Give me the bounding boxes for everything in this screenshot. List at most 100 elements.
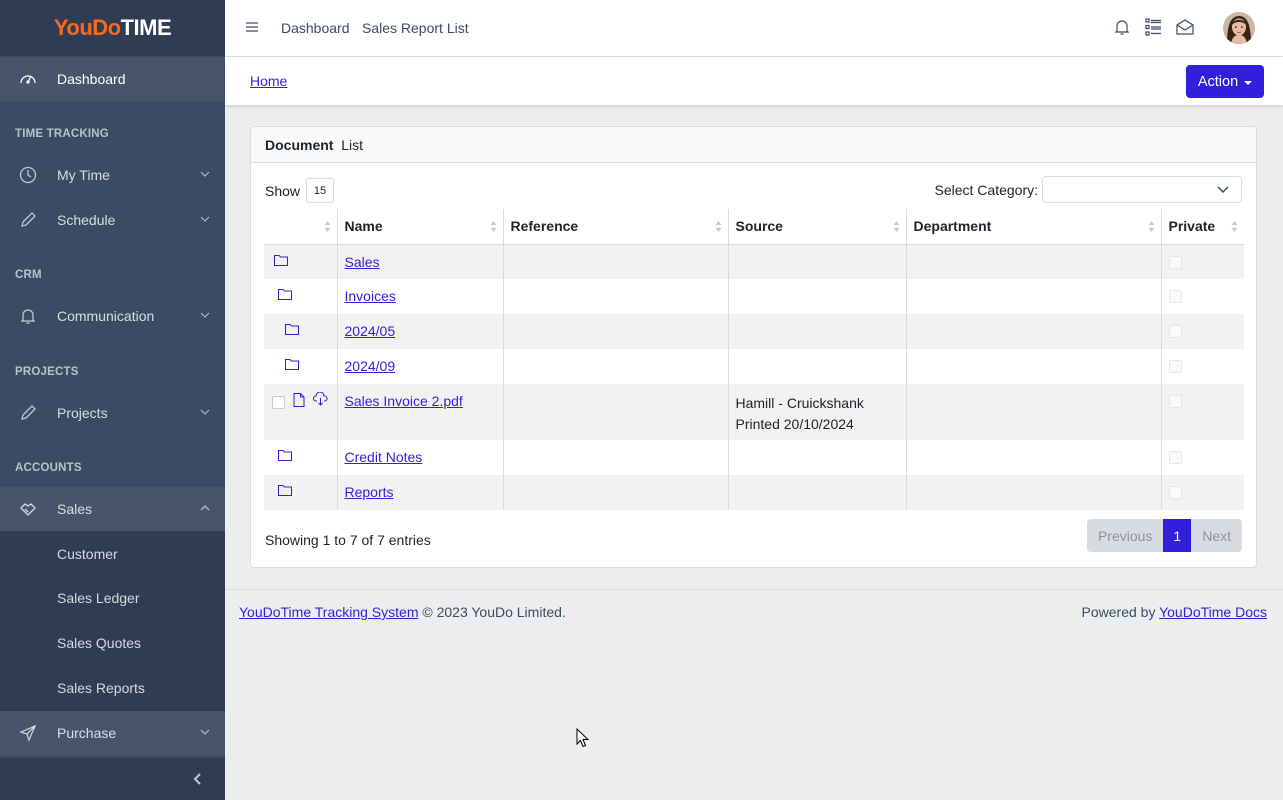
action-dropdown-button[interactable]: Action bbox=[1186, 65, 1264, 98]
private-checkbox[interactable] bbox=[1168, 325, 1182, 338]
sort-icon bbox=[490, 221, 496, 232]
hamburger-menu-icon[interactable] bbox=[245, 20, 259, 34]
chevron-down-icon bbox=[200, 312, 210, 318]
name-cell: 2024/09 bbox=[337, 349, 504, 384]
private-cell bbox=[1161, 244, 1244, 279]
sort-icon bbox=[324, 221, 330, 232]
breadcrumb-home[interactable]: Home bbox=[250, 73, 287, 89]
column-header-private[interactable]: Private bbox=[1161, 209, 1244, 245]
bell-icon[interactable] bbox=[1114, 18, 1130, 36]
pagination-previous-button[interactable]: Previous bbox=[1086, 519, 1164, 552]
footer: YouDoTime Tracking System © 2023 YouDo L… bbox=[225, 589, 1283, 633]
section-title-time-tracking: TIME TRACKING bbox=[15, 128, 109, 140]
column-header-source[interactable]: Source bbox=[728, 209, 907, 245]
table-row: Invoices bbox=[264, 279, 1244, 314]
source-cell bbox=[728, 279, 907, 314]
folder-icon[interactable] bbox=[278, 288, 292, 300]
private-cell bbox=[1161, 314, 1244, 349]
source-cell bbox=[728, 475, 907, 510]
sidebar-item-projects[interactable]: Projects bbox=[0, 391, 225, 435]
page-length-select[interactable]: 15 bbox=[306, 178, 335, 203]
sidebar-item-dashboard[interactable]: Dashboard bbox=[0, 57, 225, 101]
column-header-label: Source bbox=[735, 218, 783, 235]
page-length-control: Show 15 bbox=[265, 178, 335, 203]
chevron-down-icon bbox=[1217, 186, 1229, 194]
sidebar-subitem-sales-quotes[interactable]: Sales Quotes bbox=[57, 635, 141, 651]
private-checkbox[interactable] bbox=[1168, 255, 1182, 269]
folder-icon[interactable] bbox=[285, 358, 299, 370]
sidebar-item-label: Schedule bbox=[57, 212, 116, 228]
action-button-label: Action bbox=[1197, 73, 1239, 90]
row-icons-cell bbox=[264, 384, 338, 440]
sidebar-item-my-time[interactable]: My Time bbox=[0, 153, 225, 197]
sidebar-item-label: Purchase bbox=[57, 725, 117, 741]
file-icon[interactable] bbox=[293, 393, 305, 407]
section-title-projects: PROJECTS bbox=[15, 366, 79, 378]
document-link[interactable]: Credit Notes bbox=[345, 449, 423, 465]
sidebar-minimize-button[interactable] bbox=[0, 758, 225, 800]
row-select-checkbox[interactable] bbox=[272, 396, 285, 409]
speedometer-icon bbox=[0, 70, 57, 88]
clock-icon bbox=[0, 166, 57, 184]
handshake-icon bbox=[0, 500, 57, 518]
cloud-download-icon[interactable] bbox=[313, 392, 328, 406]
document-link[interactable]: 2024/09 bbox=[345, 358, 396, 374]
list-icon[interactable] bbox=[1145, 18, 1162, 36]
document-link[interactable]: 2024/05 bbox=[345, 323, 396, 339]
department-cell bbox=[906, 279, 1162, 314]
header-nav-dashboard[interactable]: Dashboard bbox=[281, 20, 350, 36]
footer-tracking-system-link[interactable]: YouDoTime Tracking System bbox=[239, 604, 418, 620]
category-filter: Select Category: bbox=[935, 176, 1242, 203]
column-header-reference[interactable]: Reference bbox=[503, 209, 729, 245]
folder-icon[interactable] bbox=[278, 484, 292, 496]
card-title: Document List bbox=[251, 127, 1256, 163]
column-header-select[interactable] bbox=[264, 209, 338, 245]
document-link[interactable]: Invoices bbox=[345, 288, 396, 304]
document-link[interactable]: Reports bbox=[345, 484, 394, 500]
chevron-down-icon bbox=[200, 729, 210, 735]
reference-cell bbox=[503, 314, 729, 349]
sidebar-item-label: Projects bbox=[57, 405, 108, 421]
folder-icon[interactable] bbox=[285, 323, 299, 335]
paper-plane-icon bbox=[0, 724, 57, 742]
row-icons-cell bbox=[264, 475, 338, 510]
category-select[interactable] bbox=[1042, 176, 1242, 203]
sidebar-item-label: Dashboard bbox=[57, 71, 126, 87]
private-checkbox[interactable] bbox=[1168, 395, 1182, 408]
department-cell bbox=[906, 244, 1162, 279]
reference-cell bbox=[503, 279, 729, 314]
folder-icon[interactable] bbox=[274, 254, 288, 266]
sidebar-subitem-sales-ledger[interactable]: Sales Ledger bbox=[57, 590, 140, 606]
show-label: Show bbox=[265, 182, 301, 199]
department-cell bbox=[906, 314, 1162, 349]
sidebar-item-sales[interactable]: Sales bbox=[0, 487, 225, 531]
private-checkbox[interactable] bbox=[1168, 486, 1182, 499]
footer-docs-link[interactable]: YouDoTime Docs bbox=[1159, 604, 1267, 620]
sidebar-item-schedule[interactable]: Schedule bbox=[0, 198, 225, 242]
sidebar-subitem-sales-reports[interactable]: Sales Reports bbox=[57, 680, 145, 696]
pagination-next-button[interactable]: Next bbox=[1191, 519, 1242, 552]
column-header-label: Reference bbox=[510, 218, 579, 235]
column-header-department[interactable]: Department bbox=[906, 209, 1162, 245]
sidebar-item-communication[interactable]: Communication bbox=[0, 294, 225, 338]
private-checkbox[interactable] bbox=[1168, 290, 1182, 303]
folder-icon[interactable] bbox=[278, 449, 292, 461]
private-cell bbox=[1161, 440, 1244, 475]
user-avatar[interactable] bbox=[1223, 12, 1255, 44]
source-line-1: Hamill - Cruickshank bbox=[735, 395, 864, 411]
department-cell bbox=[906, 475, 1162, 510]
private-checkbox[interactable] bbox=[1168, 451, 1182, 464]
document-link[interactable]: Sales Invoice 2.pdf bbox=[345, 393, 463, 409]
sidebar-item-purchase[interactable]: Purchase bbox=[0, 711, 225, 755]
brand-text-time: TIME bbox=[120, 15, 172, 40]
column-header-name[interactable]: Name bbox=[337, 209, 504, 245]
envelope-open-icon[interactable] bbox=[1176, 18, 1194, 36]
reference-cell bbox=[503, 244, 729, 279]
sidebar-subitem-customer[interactable]: Customer bbox=[57, 546, 118, 562]
document-link[interactable]: Sales bbox=[345, 254, 380, 270]
table-row: Sales Invoice 2.pdf Hamill - Cruickshank… bbox=[264, 384, 1244, 440]
header-nav-sales-report-list[interactable]: Sales Report List bbox=[362, 20, 469, 36]
private-checkbox[interactable] bbox=[1168, 360, 1182, 373]
pagination-page-1[interactable]: 1 bbox=[1163, 519, 1192, 552]
brand-logo[interactable]: YouDo TIME bbox=[0, 0, 225, 56]
